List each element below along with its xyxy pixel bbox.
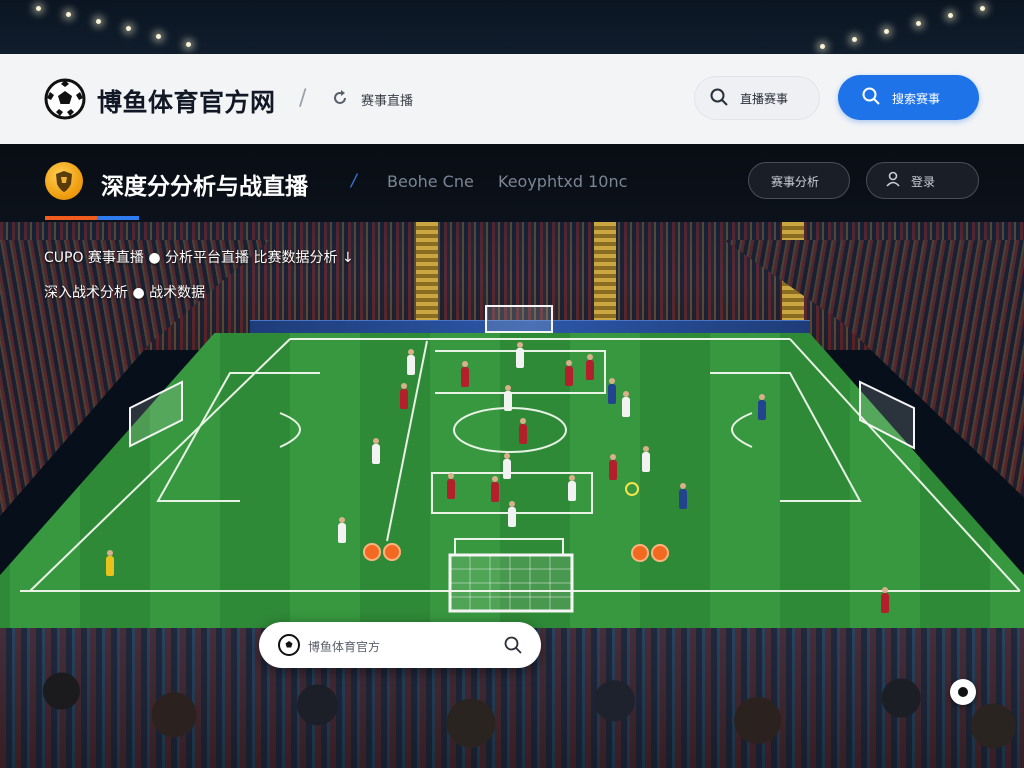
player bbox=[400, 383, 408, 409]
overlay-subline: 深入战术分析 ● 战术数据 bbox=[44, 285, 206, 301]
nav-link-live[interactable]: 赛事直播 bbox=[361, 90, 413, 109]
record-icon[interactable] bbox=[950, 679, 976, 705]
stadium-roof bbox=[0, 0, 1024, 54]
stand-stairs bbox=[416, 222, 438, 322]
player bbox=[407, 349, 415, 375]
login-button-label[interactable]: 登录 bbox=[911, 173, 935, 190]
player bbox=[758, 394, 766, 420]
soccer-ball-icon bbox=[278, 634, 300, 656]
bottom-search-bar[interactable] bbox=[259, 622, 541, 668]
player bbox=[608, 378, 616, 404]
player bbox=[679, 483, 687, 509]
player bbox=[508, 501, 516, 527]
floodlight bbox=[186, 42, 191, 47]
player bbox=[565, 360, 573, 386]
player bbox=[642, 446, 650, 472]
hero-subtitle: Beohe Cne bbox=[387, 172, 474, 191]
floodlight bbox=[820, 44, 825, 49]
search-match-button-label[interactable]: 搜索赛事 bbox=[892, 90, 940, 107]
search-icon[interactable] bbox=[503, 635, 523, 655]
player bbox=[461, 361, 469, 387]
floodlight bbox=[948, 13, 953, 18]
user-icon[interactable] bbox=[884, 170, 902, 188]
player bbox=[586, 354, 594, 380]
floodlight bbox=[126, 26, 131, 31]
player bbox=[372, 438, 380, 464]
tactic-marker bbox=[383, 543, 401, 561]
floodlight bbox=[96, 19, 101, 24]
header-search-label[interactable]: 直播赛事 bbox=[740, 90, 788, 107]
title-separator: / bbox=[299, 86, 307, 111]
tactic-marker bbox=[651, 544, 669, 562]
floodlight bbox=[156, 34, 161, 39]
refresh-icon[interactable] bbox=[331, 89, 349, 107]
overlay-headline: CUPO 赛事直播 ● 分析平台直播 比赛数据分析 ↓ bbox=[44, 250, 354, 266]
player bbox=[447, 473, 455, 499]
hero-title: 深度分分析与战直播 bbox=[101, 174, 308, 200]
search-icon[interactable] bbox=[709, 87, 729, 107]
hero-separator: / bbox=[351, 171, 357, 191]
ball-ring bbox=[625, 482, 639, 496]
stand-stairs bbox=[594, 222, 616, 322]
player bbox=[609, 454, 617, 480]
floodlight bbox=[66, 12, 71, 17]
hero-accent-bar bbox=[45, 216, 97, 220]
player bbox=[106, 550, 114, 576]
player bbox=[338, 517, 346, 543]
analysis-button-label[interactable]: 赛事分析 bbox=[771, 173, 819, 190]
page-root: 博鱼体育官方网 / 赛事直播 直播赛事 搜索赛事 深度分分析与战直播 / Beo… bbox=[0, 0, 1024, 768]
floodlight bbox=[852, 37, 857, 42]
player bbox=[504, 385, 512, 411]
goal-net-right bbox=[859, 380, 915, 450]
search-icon[interactable] bbox=[861, 86, 881, 106]
goal-net-far bbox=[485, 305, 553, 333]
hero-accent-bar bbox=[97, 216, 139, 220]
player bbox=[622, 391, 630, 417]
tactic-marker bbox=[631, 544, 649, 562]
player bbox=[516, 342, 524, 368]
shield-icon bbox=[45, 162, 83, 200]
player bbox=[519, 418, 527, 444]
player bbox=[568, 475, 576, 501]
goal-net-left bbox=[129, 380, 183, 448]
soccer-ball-icon[interactable] bbox=[44, 78, 86, 120]
tactic-marker bbox=[363, 543, 381, 561]
floodlight bbox=[916, 21, 921, 26]
hero-subtitle: Keoyphtxd 10nc bbox=[498, 172, 628, 191]
goal-net-front bbox=[448, 553, 574, 613]
floodlight bbox=[884, 29, 889, 34]
bottom-search-placeholder[interactable]: 博鱼体育官方 bbox=[308, 638, 380, 655]
player bbox=[491, 476, 499, 502]
floodlight bbox=[980, 6, 985, 11]
player bbox=[503, 453, 511, 479]
floodlight bbox=[36, 6, 41, 11]
player bbox=[881, 587, 889, 613]
site-title[interactable]: 博鱼体育官方网 bbox=[97, 83, 276, 119]
